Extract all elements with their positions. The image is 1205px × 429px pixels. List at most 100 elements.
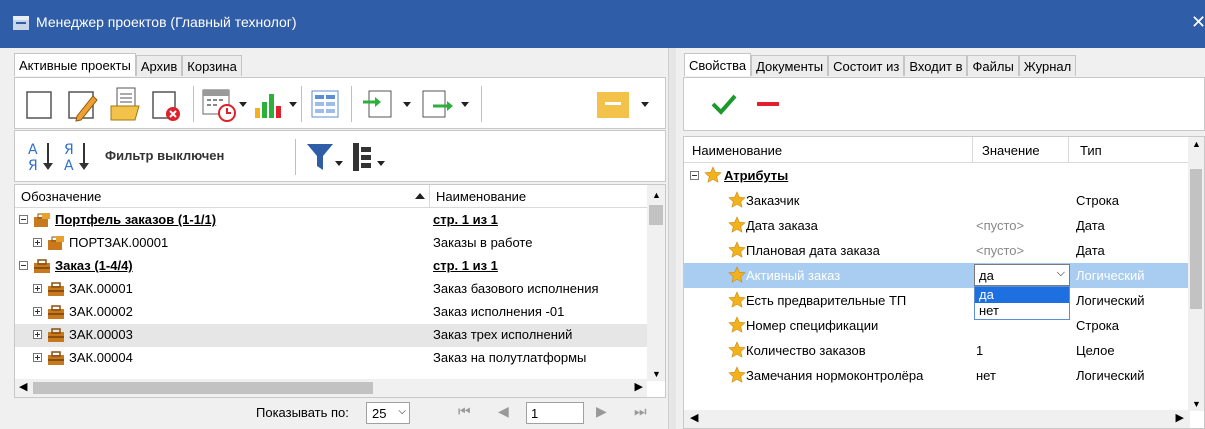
property-value[interactable]: <пусто> <box>976 218 1024 233</box>
group-row[interactable]: Заказ (1-4/4) стр. 1 из 1 <box>15 255 647 278</box>
active-order-select[interactable]: да ⌵ <box>974 264 1070 286</box>
property-row[interactable]: Дата заказа <пусто> Дата <box>684 213 1190 238</box>
hscroll-thumb[interactable] <box>33 382 373 394</box>
sort-asc-icon[interactable]: АЯ <box>25 139 55 175</box>
scroll-right-icon[interactable]: ▶ <box>1176 411 1184 424</box>
filter-icon[interactable] <box>305 141 345 175</box>
import-icon[interactable] <box>361 88 395 120</box>
accept-icon[interactable] <box>710 92 738 116</box>
column-divider[interactable] <box>972 137 973 163</box>
expand-icon[interactable] <box>33 284 42 293</box>
panel-dropdown-icon[interactable] <box>641 102 649 107</box>
table-row[interactable]: ЗАК.00001 Заказ базового исполнения <box>15 278 647 301</box>
group-row[interactable]: Атрибуты <box>684 163 1190 188</box>
property-row[interactable]: Есть предварительные ТП Логический <box>684 288 1190 313</box>
order-icon <box>48 305 64 319</box>
first-page-icon[interactable]: ⏮ <box>458 403 471 420</box>
property-value[interactable]: нет <box>976 368 996 383</box>
tab-active-projects[interactable]: Активные проекты <box>14 53 136 76</box>
option-yes[interactable]: да <box>975 287 1069 303</box>
edit-icon[interactable] <box>67 88 99 122</box>
scroll-left-icon[interactable]: ◀ <box>19 380 27 393</box>
page-size-select[interactable]: 25 ⌵ <box>366 402 410 424</box>
scroll-left-icon[interactable]: ◀ <box>690 411 698 424</box>
tab-part-of[interactable]: Входит в <box>904 55 968 76</box>
close-icon[interactable]: ✕ <box>1191 12 1205 33</box>
table-row[interactable]: ЗАК.00002 Заказ исполнения -01 <box>15 301 647 324</box>
collapse-icon[interactable] <box>690 171 699 180</box>
property-value[interactable]: <пусто> <box>976 243 1024 258</box>
scroll-down-icon[interactable]: ▼ <box>1192 399 1201 409</box>
properties-vscroll[interactable]: ▲ ▼ <box>1188 137 1204 411</box>
collapse-icon[interactable] <box>19 261 28 270</box>
vertical-scrollbar[interactable]: ▲ ▼ <box>647 185 665 381</box>
new-icon[interactable] <box>25 90 53 120</box>
tab-journal[interactable]: Журнал <box>1018 55 1077 76</box>
scroll-right-icon[interactable]: ▶ <box>635 380 643 393</box>
property-row[interactable]: Активный заказ Логический <box>684 263 1190 288</box>
property-row[interactable]: Заказчик Строка <box>684 188 1190 213</box>
scroll-up-icon[interactable]: ▲ <box>1192 139 1201 149</box>
toolbar-separator <box>351 86 352 122</box>
sort-desc-icon[interactable]: ЯА <box>61 139 91 175</box>
calendar-icon[interactable] <box>201 86 237 122</box>
property-row[interactable]: Замечания нормоконтролёра нет Логический <box>684 363 1190 388</box>
table-row[interactable]: ПОРТЗАК.00001 Заказы в работе <box>15 232 647 255</box>
export-icon[interactable] <box>421 88 457 120</box>
property-name: Заказчик <box>746 193 800 208</box>
next-page-icon[interactable]: ▶ <box>596 403 607 420</box>
expand-icon[interactable] <box>33 353 42 362</box>
tab-trash[interactable]: Корзина <box>182 55 242 76</box>
column-prop-type[interactable]: Тип <box>1080 143 1102 158</box>
property-row[interactable]: Количество заказов 1 Целое <box>684 338 1190 363</box>
option-no[interactable]: нет <box>975 303 1069 319</box>
page-size-value: 25 <box>372 406 387 421</box>
expand-icon[interactable] <box>33 307 42 316</box>
tab-properties[interactable]: Свойства <box>684 53 752 76</box>
property-row[interactable]: Номер спецификации Строка <box>684 313 1190 338</box>
chart-dropdown-icon[interactable] <box>289 102 297 107</box>
bar-chart-icon[interactable] <box>251 88 287 122</box>
panel-icon[interactable] <box>595 90 631 120</box>
toolbar-separator <box>481 86 482 122</box>
column-prop-name[interactable]: Наименование <box>692 143 782 158</box>
tab-files[interactable]: Файлы <box>967 55 1019 76</box>
scroll-thumb[interactable] <box>649 205 663 225</box>
delete-icon[interactable] <box>151 90 183 122</box>
page-number: 1 <box>531 406 539 421</box>
tab-archive[interactable]: Архив <box>135 55 183 76</box>
property-row[interactable]: Плановая дата заказа <пусто> Дата <box>684 238 1190 263</box>
column-name[interactable]: Наименование <box>436 189 526 204</box>
calendar-dropdown-icon[interactable] <box>239 102 247 107</box>
import-dropdown-icon[interactable] <box>403 102 411 107</box>
prev-page-icon[interactable]: ◀ <box>498 403 509 420</box>
reject-icon[interactable] <box>754 92 782 116</box>
column-prop-value[interactable]: Значение <box>982 143 1040 158</box>
export-dropdown-icon[interactable] <box>461 102 469 107</box>
column-divider[interactable] <box>1068 137 1069 163</box>
designation-cell: ЗАК.00001 <box>69 281 133 296</box>
table-row[interactable]: ЗАК.00003 Заказ трех исполнений <box>15 324 647 347</box>
open-folder-icon[interactable] <box>109 86 143 122</box>
expand-icon[interactable] <box>33 330 42 339</box>
tab-documents[interactable]: Документы <box>751 55 829 76</box>
column-divider[interactable] <box>429 185 430 208</box>
columns-icon[interactable] <box>309 88 343 120</box>
table-row[interactable]: ЗАК.00004 Заказ на полутлатформы <box>15 347 647 370</box>
scroll-down-icon[interactable]: ▼ <box>652 369 661 379</box>
page-input[interactable]: 1 <box>526 402 584 424</box>
collapse-icon[interactable] <box>19 215 28 224</box>
tab-consists-of[interactable]: Состоит из <box>828 55 905 76</box>
property-value[interactable]: 1 <box>976 343 983 358</box>
property-name: Замечания нормоконтролёра <box>746 368 924 383</box>
group-row[interactable]: Портфель заказов (1-1/1) стр. 1 из 1 <box>15 209 647 232</box>
panel-splitter[interactable] <box>668 48 676 429</box>
column-designation[interactable]: Обозначение <box>21 189 101 204</box>
scroll-up-icon[interactable]: ▲ <box>652 190 661 200</box>
last-page-icon[interactable]: ⏭ <box>634 403 647 420</box>
properties-hscroll[interactable]: ◀ ▶ <box>684 410 1190 428</box>
tree-icon[interactable] <box>351 141 387 175</box>
expand-icon[interactable] <box>33 238 42 247</box>
horizontal-scrollbar[interactable]: ◀ ▶ <box>15 379 647 397</box>
scroll-thumb[interactable] <box>1190 169 1202 309</box>
